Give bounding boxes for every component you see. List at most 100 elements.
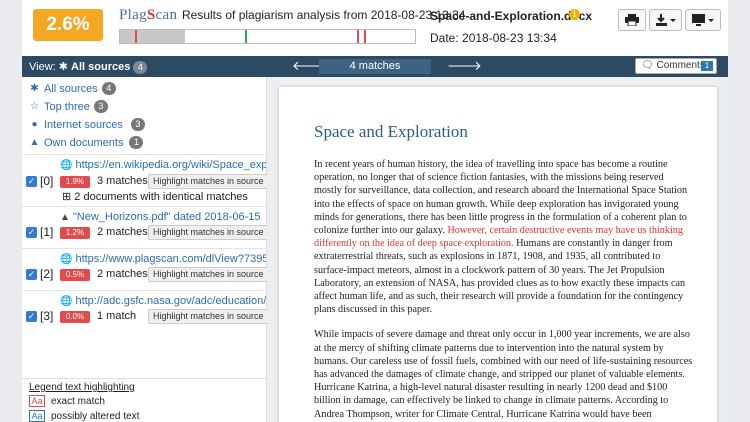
source-index: [3] (40, 309, 54, 323)
plagscan-logo: PlagScan (119, 7, 178, 23)
globe-icon: ● (31, 119, 38, 130)
filter-count-badge: 3 (130, 118, 145, 131)
report-header: 2.6% PlagScan Results of plagiarism anal… (22, 0, 728, 56)
identical-docs-toggle[interactable]: ⊞ 2 documents with identical matches (62, 190, 248, 203)
filter-label: Internet sources (44, 118, 123, 131)
filter-count-badge: 1 (129, 136, 144, 149)
asterisk-icon: ✱ (30, 83, 39, 94)
print-button[interactable] (618, 9, 646, 31)
legend-title: Legend text highlighting (29, 382, 135, 393)
highlight-legend: Legend text highlighting Aa exact match … (22, 378, 267, 422)
results-title: Results of plagiarism analysis from 2018… (182, 8, 466, 22)
bar-mark-red (135, 30, 137, 43)
highlight-matches-button[interactable]: Highlight matches in source (148, 174, 269, 189)
plagiarism-score-badge: 2.6% (33, 9, 103, 41)
source-title: https://www.plagscan.com/dlView?73951991 (75, 253, 266, 265)
view-count-badge: 4 (133, 60, 148, 74)
filter-count-badge: 4 (101, 82, 116, 95)
source-percent-badge: 1.2% (60, 227, 90, 239)
legend-item-altered: Aa possibly altered text (29, 410, 139, 422)
filter-top-three[interactable]: ☆ Top three 3 (29, 100, 108, 113)
source-row: ✓ [3] 🌐 http://adc.gsfc.nasa.gov/adc/educ… (22, 290, 269, 332)
source-title: http://adc.gsfc.nasa.gov/adc/education/s… (75, 295, 266, 307)
source-checkbox[interactable]: ✓ (26, 176, 37, 187)
filter-internet-sources[interactable]: ● Internet sources 3 (29, 118, 145, 131)
source-row: ✓ [0] 🌐 https://en.wikipedia.org/wiki/Spa… (22, 154, 269, 206)
monitor-icon (692, 14, 714, 26)
source-percent-badge: 1.9% (60, 176, 90, 188)
match-distribution-bar (119, 29, 416, 44)
download-icon (655, 14, 676, 26)
source-index: [1] (40, 225, 54, 239)
legend-label: exact match (51, 395, 105, 407)
filter-label: Own documents (44, 136, 124, 149)
filter-count-badge: 3 (93, 100, 108, 113)
document-paragraph: While impacts of severe damage and threa… (314, 329, 693, 422)
paragraph-text: Humans are constantly in danger from ext… (314, 238, 686, 316)
matches-counter: 4 matches (319, 59, 431, 74)
filter-label: All sources (44, 82, 98, 95)
document-date: Date: 2018-08-23 13:34 (430, 31, 557, 45)
sources-sidebar: ✱ All sources 4 ☆ Top three 3 ● Internet… (22, 77, 269, 422)
source-match-count: 2 matches (97, 226, 148, 238)
view-navbar: View: ✱ All sources 4 🡐 4 matches 🡒 🗨 Co… (22, 56, 728, 77)
star-icon: ☆ (30, 101, 39, 112)
source-match-count: 2 matches (97, 268, 148, 280)
bar-mark-red (364, 30, 366, 43)
source-checkbox[interactable]: ✓ (26, 311, 37, 322)
globe-icon: 🌐 (60, 160, 73, 171)
source-title: https://en.wikipedia.org/wiki/Space_expl… (75, 159, 266, 171)
comments-label: Comments (656, 60, 705, 71)
document-heading: Space and Exploration (314, 122, 468, 141)
bar-mark-green (245, 30, 247, 43)
comments-button[interactable]: 🗨 Comments 1 (635, 58, 717, 74)
printer-icon (625, 14, 639, 26)
highlight-matches-button[interactable]: Highlight matches in source (148, 309, 269, 324)
source-match-count: 1 match (97, 310, 137, 322)
document-page: Space and Exploration In recent years of… (279, 87, 717, 422)
globe-icon: 🌐 (60, 296, 73, 307)
exact-match-swatch: Aa (29, 395, 45, 407)
altered-text-swatch: Aa (29, 410, 45, 422)
source-row: ✓ [1] ▲ "New_Horizons.pdf" dated 2018-06-… (22, 206, 269, 248)
source-percent-badge: 0.5% (60, 269, 90, 281)
source-index: [0] (40, 174, 54, 188)
view-prefix: View: (29, 61, 56, 73)
highlight-matches-button[interactable]: Highlight matches in source (148, 225, 269, 240)
source-link[interactable]: 🌐https://www.plagscan.com/dlView?7395199… (60, 253, 266, 265)
source-row: ✓ [2] 🌐 https://www.plagscan.com/dlView?7… (22, 248, 269, 290)
info-icon[interactable]: i (569, 9, 580, 20)
bar-segment-gray (120, 30, 185, 43)
display-button[interactable] (685, 9, 721, 31)
comment-icon: 🗨 (641, 60, 654, 71)
plus-square-icon: ⊞ (62, 191, 75, 203)
source-checkbox[interactable]: ✓ (26, 227, 37, 238)
document-viewer: Space and Exploration In recent years of… (267, 77, 728, 422)
source-index: [2] (40, 267, 54, 281)
globe-icon: 🌐 (60, 254, 73, 265)
asterisk-icon: ✱ (58, 61, 68, 73)
bar-mark-red (357, 30, 359, 43)
source-link[interactable]: 🌐 https://en.wikipedia.org/wiki/Space_exp… (60, 159, 266, 171)
comments-count-badge: 1 (701, 61, 713, 71)
identical-docs-label: 2 documents with identical matches (74, 191, 248, 203)
source-checkbox[interactable]: ✓ (26, 269, 37, 280)
filter-all-sources[interactable]: ✱ All sources 4 (29, 82, 116, 95)
view-value: All sources (71, 61, 131, 73)
source-title: "New_Horizons.pdf" dated 2018-06-15 (72, 211, 261, 223)
highlight-matches-button[interactable]: Highlight matches in source (148, 267, 269, 282)
document-name: Space-and-Exploration.docx (430, 9, 593, 23)
view-selector[interactable]: View: ✱ All sources 4 (29, 60, 148, 74)
next-match-arrow-icon[interactable]: 🡒 (447, 58, 482, 74)
download-button[interactable] (649, 9, 682, 31)
filter-label: Top three (44, 100, 90, 113)
document-paragraph: In recent years of human history, the id… (314, 158, 693, 316)
source-link[interactable]: ▲ "New_Horizons.pdf" dated 2018-06-15 (60, 211, 266, 223)
source-percent-badge: 0.0% (60, 311, 90, 323)
user-icon: ▲ (60, 212, 70, 223)
filter-own-documents[interactable]: ▲ Own documents 1 (29, 136, 144, 149)
user-icon: ▲ (29, 137, 40, 148)
source-match-count: 3 matches (97, 175, 148, 187)
legend-label: possibly altered text (51, 410, 140, 422)
source-link[interactable]: 🌐 http://adc.gsfc.nasa.gov/adc/education/… (60, 295, 266, 307)
